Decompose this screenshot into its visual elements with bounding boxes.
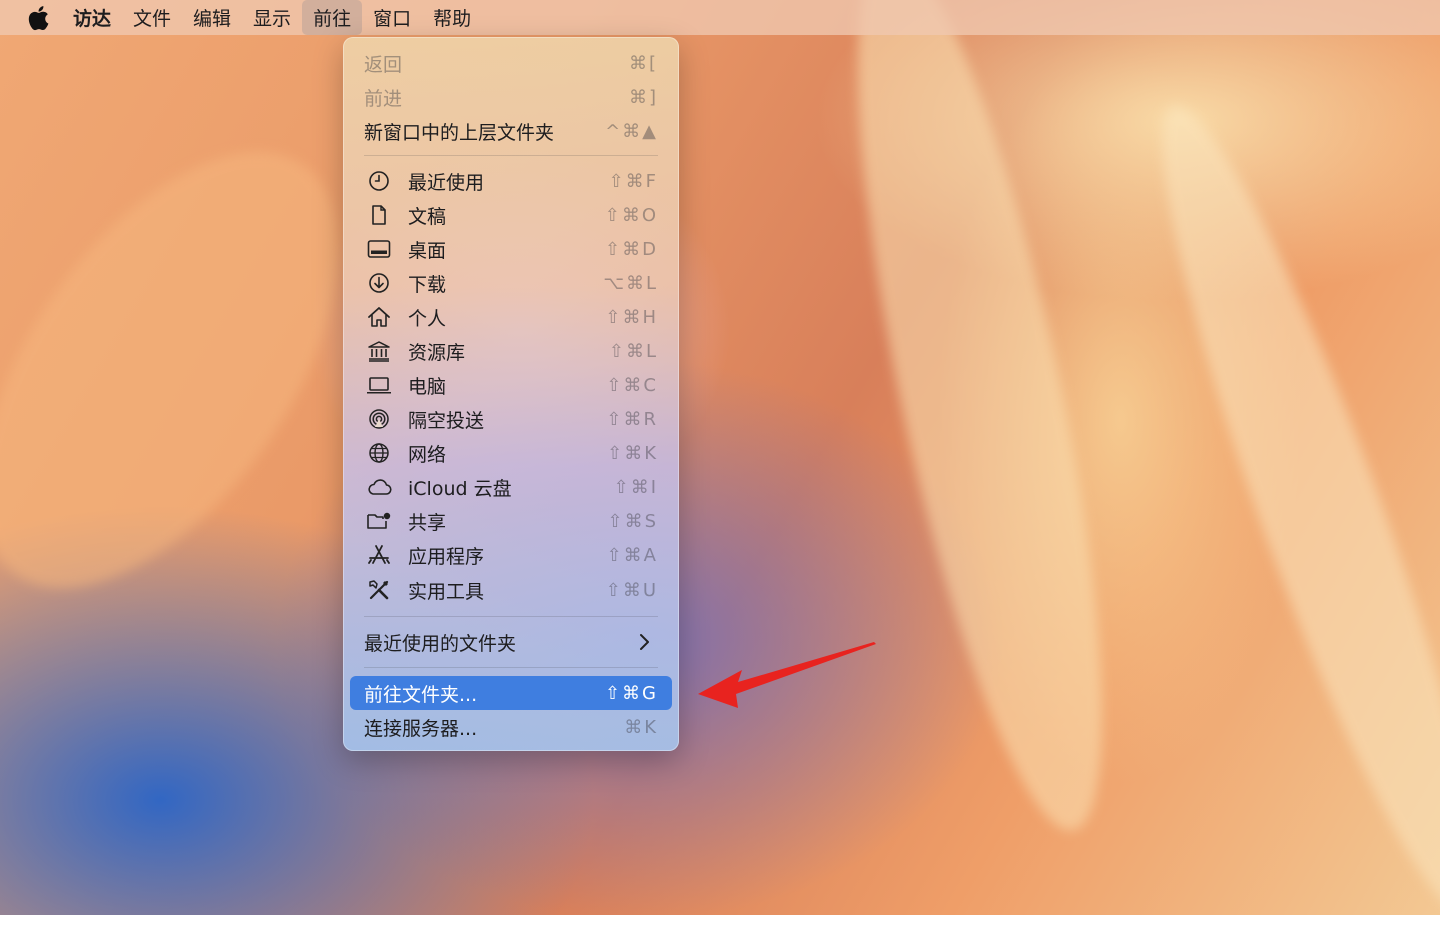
menu-item-label: 新窗口中的上层文件夹 (364, 121, 555, 144)
menu-item-shortcut: ⌘] (628, 86, 658, 108)
wallpaper-streak (1116, 85, 1440, 935)
menu-item-enclosing-folder[interactable]: 新窗口中的上层文件夹 ^⌘▲ (350, 114, 672, 148)
tools-icon (364, 578, 394, 602)
document-icon (364, 203, 394, 227)
menu-item-utilities[interactable]: 实用工具 ⇧⌘U (350, 573, 672, 607)
menu-item-label: 网络 (408, 443, 447, 466)
menu-item-shortcut: ⇧⌘I (613, 476, 658, 498)
menu-item-home[interactable]: 个人 ⇧⌘H (350, 300, 672, 334)
menu-item-shortcut: ⇧⌘U (605, 579, 658, 601)
clock-icon (364, 169, 394, 193)
menu-separator (364, 155, 658, 156)
menu-item-desktop[interactable]: 桌面 ⇧⌘D (350, 232, 672, 266)
menu-item-airdrop[interactable]: 隔空投送 ⇧⌘R (350, 402, 672, 436)
menu-item-label: 电脑 (408, 375, 447, 398)
cloud-icon (364, 475, 394, 499)
menu-item-label: 应用程序 (408, 545, 485, 568)
menu-item-label: 下载 (408, 273, 447, 296)
menu-bar: 访达 文件 编辑 显示 前往 窗口 帮助 (0, 0, 1440, 35)
menu-item-label: 文稿 (408, 205, 447, 228)
menu-item-shortcut: ⌥⌘L (603, 272, 658, 294)
menu-item-shortcut: ⌘[ (628, 52, 658, 74)
menu-item-shortcut: ⇧⌘C (606, 374, 658, 396)
menu-item-applications[interactable]: 应用程序 ⇧⌘A (350, 538, 672, 572)
menu-item-label: iCloud 云盘 (408, 477, 512, 500)
menu-item-forward[interactable]: 前进 ⌘] (350, 80, 672, 114)
menu-item-label: 个人 (408, 307, 447, 330)
menu-item-go-to-folder[interactable]: 前往文件夹... ⇧⌘G (350, 676, 672, 710)
menubar-go[interactable]: 前往 (302, 0, 363, 35)
menubar-finder[interactable]: 访达 (62, 0, 122, 35)
menu-item-label: 前往文件夹... (364, 683, 478, 706)
menubar-file[interactable]: 文件 (122, 0, 182, 35)
menubar-view[interactable]: 显示 (242, 0, 302, 35)
menu-item-computer[interactable]: 电脑 ⇧⌘C (350, 368, 672, 402)
menu-item-shortcut: ⌘K (624, 716, 658, 738)
menu-item-label: 前进 (364, 87, 403, 110)
menu-item-label: 桌面 (408, 239, 447, 262)
menu-item-shortcut: ⇧⌘S (607, 510, 658, 532)
menu-item-shortcut: ⇧⌘D (605, 238, 658, 260)
menu-item-label: 最近使用的文件夹 (364, 632, 517, 655)
menu-item-recent-folders[interactable]: 最近使用的文件夹 (350, 625, 672, 659)
desktop-wallpaper (0, 0, 1440, 935)
menu-item-connect-to-server[interactable]: 连接服务器... ⌘K (350, 710, 672, 744)
library-icon (364, 339, 394, 363)
shared-folder-icon (364, 509, 394, 533)
menu-item-library[interactable]: 资源库 ⇧⌘L (350, 334, 672, 368)
menu-item-label: 实用工具 (408, 580, 485, 603)
menu-item-label: 连接服务器... (364, 717, 478, 740)
menu-item-back[interactable]: 返回 ⌘[ (350, 46, 672, 80)
menu-item-shortcut: ⇧⌘F (608, 170, 658, 192)
go-menu-dropdown: 返回 ⌘[ 前进 ⌘] 新窗口中的上层文件夹 ^⌘▲ 最近使用 ⇧⌘F 文稿 ⇧… (343, 37, 679, 751)
apple-logo-icon[interactable] (14, 0, 62, 35)
menu-separator (364, 616, 658, 617)
menu-separator (364, 667, 658, 668)
menu-item-shortcut: ⇧⌘K (607, 442, 658, 464)
menubar-edit[interactable]: 编辑 (182, 0, 242, 35)
airdrop-icon (364, 407, 394, 431)
menubar-window[interactable]: 窗口 (362, 0, 422, 35)
menubar-help[interactable]: 帮助 (422, 0, 482, 35)
menu-item-documents[interactable]: 文稿 ⇧⌘O (350, 198, 672, 232)
red-arrow-icon (698, 642, 876, 708)
desktop-icon (364, 237, 394, 261)
home-icon (364, 305, 394, 329)
menu-item-shortcut: ⇧⌘L (608, 340, 658, 362)
menu-item-recents[interactable]: 最近使用 ⇧⌘F (350, 164, 672, 198)
menu-item-shortcut: ⇧⌘A (606, 544, 658, 566)
laptop-icon (364, 373, 394, 397)
app-store-icon (364, 543, 394, 567)
menu-item-label: 共享 (408, 511, 447, 534)
menu-item-shared[interactable]: 共享 ⇧⌘S (350, 504, 672, 538)
menu-item-shortcut: ⇧⌘O (604, 204, 658, 226)
menu-item-label: 返回 (364, 53, 403, 76)
menu-item-network[interactable]: 网络 ⇧⌘K (350, 436, 672, 470)
chevron-right-icon (638, 632, 650, 657)
globe-icon (364, 441, 394, 465)
menu-item-label: 最近使用 (408, 171, 485, 194)
menu-item-downloads[interactable]: 下载 ⌥⌘L (350, 266, 672, 300)
menu-item-label: 隔空投送 (408, 409, 485, 432)
menu-item-shortcut: ⇧⌘H (605, 306, 658, 328)
menu-item-label: 资源库 (408, 341, 466, 364)
download-icon (364, 271, 394, 295)
menu-item-shortcut: ⇧⌘R (606, 408, 658, 430)
menu-item-shortcut: ⇧⌘G (604, 682, 658, 704)
wallpaper-streak (808, 0, 1152, 847)
menu-item-shortcut: ^⌘▲ (605, 120, 658, 142)
menu-item-icloud-drive[interactable]: iCloud 云盘 ⇧⌘I (350, 470, 672, 504)
